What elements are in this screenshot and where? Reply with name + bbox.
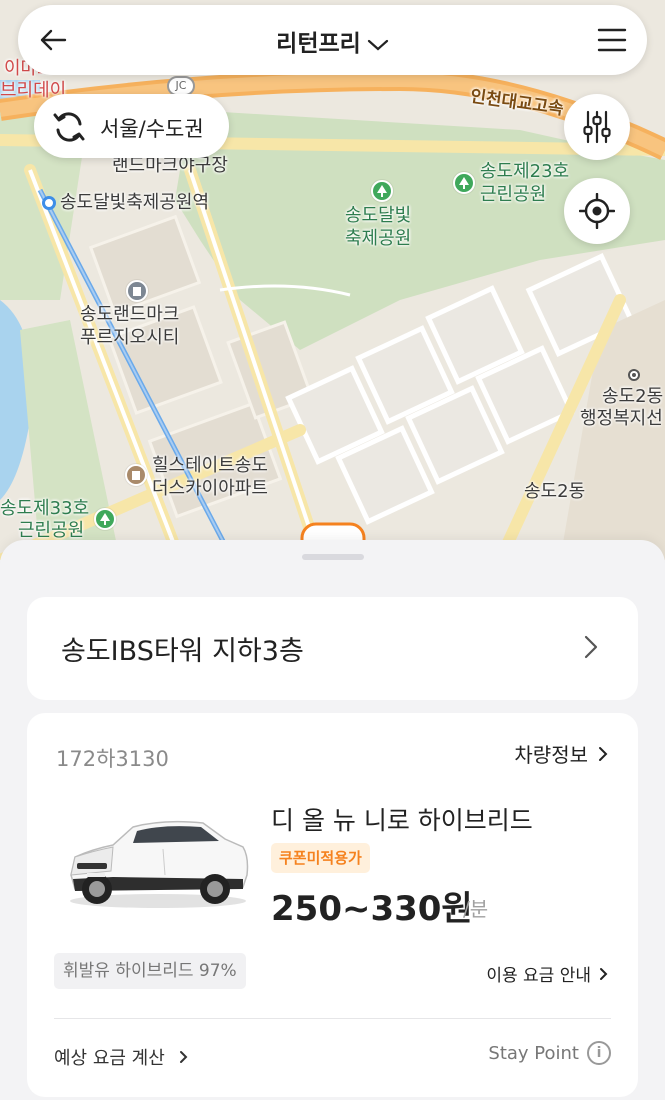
map-label-park33-2[interactable]: 근린공원: [18, 520, 84, 542]
chevron-down-icon: [367, 32, 389, 58]
stay-point-label: Stay Point: [488, 1042, 579, 1064]
car-image: [70, 820, 249, 908]
price-unit: /분: [463, 897, 489, 921]
car-plate: 172하3130: [56, 747, 169, 771]
station-icon: [42, 196, 56, 210]
car-model: 디 올 뉴 니로 하이브리드: [271, 806, 533, 835]
chevron-right-icon: [600, 967, 608, 980]
building-icon: [126, 280, 148, 302]
location-name: 송도IBS타워 지하3층: [61, 636, 304, 667]
region-toggle-button[interactable]: 서울/수도권: [34, 94, 229, 158]
car-info-button[interactable]: 차량정보: [514, 739, 608, 768]
map-label-park33-1[interactable]: 송도제33호: [0, 498, 89, 520]
region-label: 서울/수도권: [100, 117, 204, 141]
divider: [54, 1018, 611, 1019]
map-label-landmark-city-1[interactable]: 송도랜드마크: [80, 304, 179, 326]
coupon-badge: 쿠폰미적용가: [271, 843, 370, 873]
my-location-icon: [579, 193, 615, 229]
map-label-songdo2-2[interactable]: 행정복지선: [580, 408, 663, 430]
info-icon: i: [587, 1041, 611, 1065]
map-view[interactable]: 이마트 브리데이 JC 인천대교고속 랜드마크야구장 송도달빛축제공원역 송도달…: [0, 0, 665, 560]
estimate-fee-label: 예상 요금 계산: [54, 1048, 165, 1069]
admin-office-icon: [628, 369, 640, 381]
fuel-badge: 휘발유 하이브리드 97%: [54, 953, 246, 989]
map-label-landmark: 랜드마크야구장: [112, 155, 228, 176]
price: 250~330원: [271, 889, 473, 929]
fee-guide-label: 이용 요금 안내: [486, 966, 591, 986]
my-location-button[interactable]: [564, 178, 630, 244]
park-tree-icon: [371, 180, 393, 202]
top-bar: 리턴프리: [18, 5, 647, 75]
filter-sliders-icon: [583, 110, 611, 144]
page-title: 리턴프리: [276, 31, 361, 57]
park-tree-icon: [94, 508, 116, 530]
stay-point-info[interactable]: Stay Point i: [488, 1041, 611, 1065]
map-label-park23-1[interactable]: 송도제23호: [480, 161, 569, 183]
map-label-park23-2[interactable]: 근린공원: [480, 184, 546, 206]
map-label-hillstate-2[interactable]: 더스카이아파트: [152, 478, 268, 500]
fee-guide-link[interactable]: 이용 요금 안내: [486, 961, 608, 986]
car-info-label: 차량정보: [514, 743, 588, 767]
chevron-right-icon: [584, 635, 598, 659]
sheet-drag-handle[interactable]: [302, 554, 364, 560]
menu-button[interactable]: [597, 27, 627, 53]
map-label-park-dalbit-1[interactable]: 송도달빛: [345, 205, 411, 227]
map-label-station[interactable]: 송도달빛축제공원역: [60, 192, 209, 214]
park-tree-icon: [453, 172, 475, 194]
estimate-fee-link[interactable]: 예상 요금 계산: [54, 1044, 188, 1070]
map-background: [0, 68, 665, 560]
service-selector[interactable]: 리턴프리: [18, 24, 647, 58]
chevron-right-icon: [179, 1051, 188, 1063]
apartment-icon: [125, 464, 147, 486]
chevron-right-icon: [599, 746, 608, 761]
location-card[interactable]: 송도IBS타워 지하3층: [27, 597, 638, 700]
filter-button[interactable]: [564, 94, 630, 160]
map-label-landmark-city-2[interactable]: 푸르지오시티: [80, 327, 179, 349]
refresh-icon: [53, 112, 85, 142]
map-label-songdo2-dong: 송도2동: [524, 481, 586, 502]
jc-badge: JC: [167, 76, 195, 96]
map-label-park-dalbit-2[interactable]: 축제공원: [345, 228, 411, 250]
car-card: 172하3130 차량정보 디 올 뉴 니로 하이브리드 쿠폰미적용가 250~…: [27, 713, 638, 1097]
bottom-sheet[interactable]: 송도IBS타워 지하3층 172하3130 차량정보 디 올 뉴 니로 하이브리…: [0, 540, 665, 1100]
map-label-songdo2-1[interactable]: 송도2동: [602, 386, 663, 408]
map-label-hillstate-1[interactable]: 힐스테이트송도: [152, 455, 268, 477]
hamburger-menu-icon: [597, 28, 627, 52]
